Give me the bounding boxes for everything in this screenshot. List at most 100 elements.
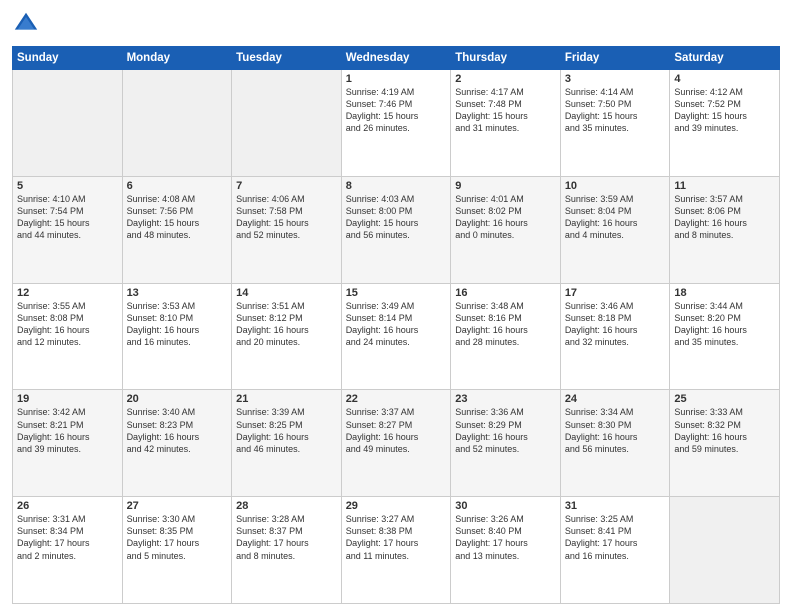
day-number: 2 [455,73,556,85]
day-number: 4 [674,73,775,85]
cell-info: Sunrise: 3:25 AMSunset: 8:41 PMDaylight:… [565,513,666,562]
cell-info: Sunrise: 3:40 AMSunset: 8:23 PMDaylight:… [127,406,228,455]
calendar-cell: 18Sunrise: 3:44 AMSunset: 8:20 PMDayligh… [670,283,780,390]
calendar-cell: 9Sunrise: 4:01 AMSunset: 8:02 PMDaylight… [451,176,561,283]
calendar-week-5: 26Sunrise: 3:31 AMSunset: 8:34 PMDayligh… [13,497,780,604]
calendar-cell: 15Sunrise: 3:49 AMSunset: 8:14 PMDayligh… [341,283,451,390]
calendar-cell: 3Sunrise: 4:14 AMSunset: 7:50 PMDaylight… [560,70,670,177]
calendar-header-thursday: Thursday [451,47,561,70]
day-number: 13 [127,287,228,299]
cell-info: Sunrise: 3:33 AMSunset: 8:32 PMDaylight:… [674,406,775,455]
calendar-cell [122,70,232,177]
day-number: 29 [346,500,447,512]
day-number: 23 [455,393,556,405]
day-number: 31 [565,500,666,512]
day-number: 7 [236,180,337,192]
cell-info: Sunrise: 3:48 AMSunset: 8:16 PMDaylight:… [455,300,556,349]
page: SundayMondayTuesdayWednesdayThursdayFrid… [0,0,792,612]
calendar-cell: 24Sunrise: 3:34 AMSunset: 8:30 PMDayligh… [560,390,670,497]
calendar-header-friday: Friday [560,47,670,70]
day-number: 26 [17,500,118,512]
calendar-cell: 31Sunrise: 3:25 AMSunset: 8:41 PMDayligh… [560,497,670,604]
day-number: 8 [346,180,447,192]
calendar-cell: 16Sunrise: 3:48 AMSunset: 8:16 PMDayligh… [451,283,561,390]
calendar-cell: 28Sunrise: 3:28 AMSunset: 8:37 PMDayligh… [232,497,342,604]
cell-info: Sunrise: 3:30 AMSunset: 8:35 PMDaylight:… [127,513,228,562]
cell-info: Sunrise: 4:03 AMSunset: 8:00 PMDaylight:… [346,193,447,242]
day-number: 15 [346,287,447,299]
calendar-cell: 6Sunrise: 4:08 AMSunset: 7:56 PMDaylight… [122,176,232,283]
cell-info: Sunrise: 4:12 AMSunset: 7:52 PMDaylight:… [674,86,775,135]
day-number: 9 [455,180,556,192]
cell-info: Sunrise: 3:36 AMSunset: 8:29 PMDaylight:… [455,406,556,455]
calendar-week-2: 5Sunrise: 4:10 AMSunset: 7:54 PMDaylight… [13,176,780,283]
cell-info: Sunrise: 3:37 AMSunset: 8:27 PMDaylight:… [346,406,447,455]
cell-info: Sunrise: 4:19 AMSunset: 7:46 PMDaylight:… [346,86,447,135]
cell-info: Sunrise: 3:49 AMSunset: 8:14 PMDaylight:… [346,300,447,349]
logo [12,10,44,38]
cell-info: Sunrise: 3:53 AMSunset: 8:10 PMDaylight:… [127,300,228,349]
day-number: 12 [17,287,118,299]
day-number: 10 [565,180,666,192]
calendar-cell [13,70,123,177]
calendar-cell: 10Sunrise: 3:59 AMSunset: 8:04 PMDayligh… [560,176,670,283]
calendar-week-4: 19Sunrise: 3:42 AMSunset: 8:21 PMDayligh… [13,390,780,497]
day-number: 14 [236,287,337,299]
cell-info: Sunrise: 4:06 AMSunset: 7:58 PMDaylight:… [236,193,337,242]
calendar-cell [232,70,342,177]
day-number: 25 [674,393,775,405]
calendar-cell: 22Sunrise: 3:37 AMSunset: 8:27 PMDayligh… [341,390,451,497]
calendar-cell: 30Sunrise: 3:26 AMSunset: 8:40 PMDayligh… [451,497,561,604]
day-number: 19 [17,393,118,405]
cell-info: Sunrise: 3:26 AMSunset: 8:40 PMDaylight:… [455,513,556,562]
calendar-header-saturday: Saturday [670,47,780,70]
calendar-cell: 26Sunrise: 3:31 AMSunset: 8:34 PMDayligh… [13,497,123,604]
calendar-cell: 11Sunrise: 3:57 AMSunset: 8:06 PMDayligh… [670,176,780,283]
calendar-header-monday: Monday [122,47,232,70]
calendar-table: SundayMondayTuesdayWednesdayThursdayFrid… [12,46,780,604]
day-number: 5 [17,180,118,192]
cell-info: Sunrise: 4:10 AMSunset: 7:54 PMDaylight:… [17,193,118,242]
calendar-cell: 20Sunrise: 3:40 AMSunset: 8:23 PMDayligh… [122,390,232,497]
calendar-cell: 5Sunrise: 4:10 AMSunset: 7:54 PMDaylight… [13,176,123,283]
day-number: 11 [674,180,775,192]
calendar-cell: 29Sunrise: 3:27 AMSunset: 8:38 PMDayligh… [341,497,451,604]
calendar-cell: 7Sunrise: 4:06 AMSunset: 7:58 PMDaylight… [232,176,342,283]
calendar-week-3: 12Sunrise: 3:55 AMSunset: 8:08 PMDayligh… [13,283,780,390]
day-number: 3 [565,73,666,85]
calendar-header-tuesday: Tuesday [232,47,342,70]
cell-info: Sunrise: 3:27 AMSunset: 8:38 PMDaylight:… [346,513,447,562]
day-number: 27 [127,500,228,512]
calendar-week-1: 1Sunrise: 4:19 AMSunset: 7:46 PMDaylight… [13,70,780,177]
cell-info: Sunrise: 4:17 AMSunset: 7:48 PMDaylight:… [455,86,556,135]
day-number: 6 [127,180,228,192]
day-number: 16 [455,287,556,299]
cell-info: Sunrise: 3:28 AMSunset: 8:37 PMDaylight:… [236,513,337,562]
calendar-cell: 13Sunrise: 3:53 AMSunset: 8:10 PMDayligh… [122,283,232,390]
cell-info: Sunrise: 3:46 AMSunset: 8:18 PMDaylight:… [565,300,666,349]
cell-info: Sunrise: 3:51 AMSunset: 8:12 PMDaylight:… [236,300,337,349]
cell-info: Sunrise: 3:42 AMSunset: 8:21 PMDaylight:… [17,406,118,455]
day-number: 17 [565,287,666,299]
calendar-cell [670,497,780,604]
day-number: 24 [565,393,666,405]
calendar-cell: 12Sunrise: 3:55 AMSunset: 8:08 PMDayligh… [13,283,123,390]
cell-info: Sunrise: 3:59 AMSunset: 8:04 PMDaylight:… [565,193,666,242]
calendar-cell: 23Sunrise: 3:36 AMSunset: 8:29 PMDayligh… [451,390,561,497]
calendar-cell: 19Sunrise: 3:42 AMSunset: 8:21 PMDayligh… [13,390,123,497]
cell-info: Sunrise: 3:55 AMSunset: 8:08 PMDaylight:… [17,300,118,349]
calendar-cell: 25Sunrise: 3:33 AMSunset: 8:32 PMDayligh… [670,390,780,497]
cell-info: Sunrise: 3:39 AMSunset: 8:25 PMDaylight:… [236,406,337,455]
header [12,10,780,38]
day-number: 20 [127,393,228,405]
cell-info: Sunrise: 4:01 AMSunset: 8:02 PMDaylight:… [455,193,556,242]
cell-info: Sunrise: 3:34 AMSunset: 8:30 PMDaylight:… [565,406,666,455]
day-number: 28 [236,500,337,512]
logo-icon [12,10,40,38]
cell-info: Sunrise: 3:31 AMSunset: 8:34 PMDaylight:… [17,513,118,562]
calendar-cell: 1Sunrise: 4:19 AMSunset: 7:46 PMDaylight… [341,70,451,177]
calendar-cell: 2Sunrise: 4:17 AMSunset: 7:48 PMDaylight… [451,70,561,177]
cell-info: Sunrise: 4:08 AMSunset: 7:56 PMDaylight:… [127,193,228,242]
calendar-header-row: SundayMondayTuesdayWednesdayThursdayFrid… [13,47,780,70]
day-number: 18 [674,287,775,299]
